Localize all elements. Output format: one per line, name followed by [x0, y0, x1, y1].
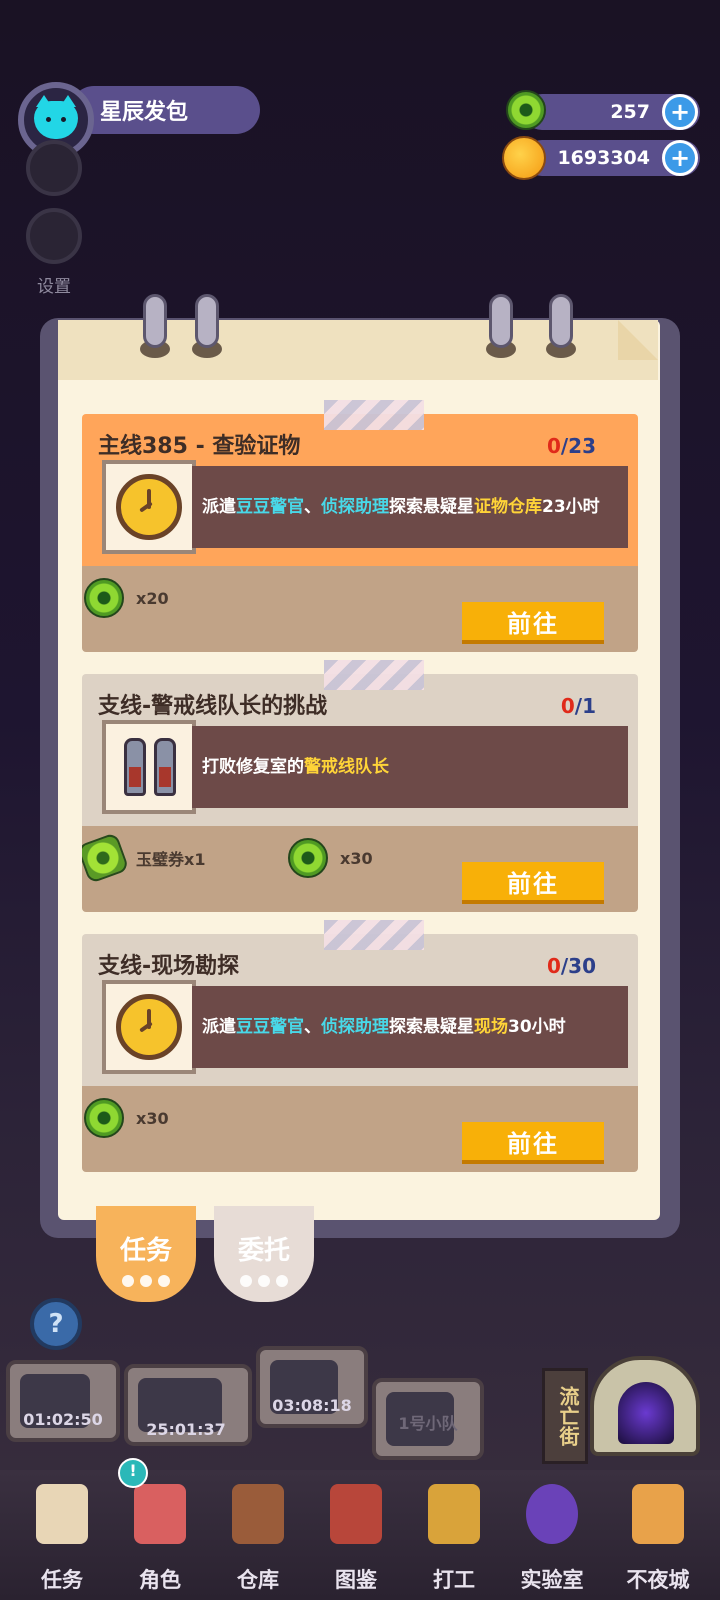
- nav-label: 图鉴: [335, 1568, 377, 1592]
- nav-label: 不夜城: [626, 1568, 690, 1592]
- add-jade-button[interactable]: +: [662, 94, 698, 130]
- book-icon: [330, 1484, 382, 1544]
- reward-item: 玉璧券x1: [82, 832, 206, 884]
- jade-balance-value: 257: [610, 101, 650, 123]
- jade-coin-icon: [84, 578, 124, 618]
- quest-icon-frame: [102, 720, 196, 814]
- profile-name: 星辰发包: [100, 100, 189, 125]
- portal-icon: [618, 1382, 674, 1444]
- nav-label: 任务: [41, 1568, 83, 1592]
- paw-icon: [122, 1275, 170, 1287]
- binder-ring-icon: [195, 294, 219, 348]
- quest-title: 支线-现场勘探: [98, 954, 240, 979]
- add-planet-button[interactable]: +: [662, 140, 698, 176]
- tab-commission-label: 委托: [237, 1236, 290, 1266]
- profile-name-pill[interactable]: 星辰发包: [70, 86, 260, 134]
- quest-card-main: 主线385 - 查验证物 0/23 派遣豆豆警官、侦探助理探索悬疑星证物仓库23…: [82, 414, 638, 652]
- nav-tasks[interactable]: 任务: [14, 1480, 104, 1592]
- go-button[interactable]: 前往: [462, 602, 604, 644]
- quest-icon-frame: [102, 460, 196, 554]
- team-label: 1号小队: [398, 1414, 458, 1433]
- work-frame-icon: [428, 1484, 480, 1544]
- reward-label: 玉璧券x1: [136, 850, 206, 869]
- quest-icon-frame: [102, 980, 196, 1074]
- settings-gear-icon[interactable]: [26, 208, 82, 264]
- treasure-chest-icon: [232, 1484, 284, 1544]
- binder-ring-icon: [549, 294, 573, 348]
- guards-icon: [114, 732, 184, 802]
- stopwatch-icon: [116, 994, 182, 1060]
- quest-progress: 0/1: [560, 694, 596, 718]
- team-monitor-2[interactable]: 25:01:37: [124, 1364, 252, 1446]
- planet-coin-icon: [502, 136, 546, 180]
- reward-item: x30: [288, 838, 373, 878]
- binder-ring-icon: [489, 294, 513, 348]
- go-button[interactable]: 前往: [462, 1122, 604, 1164]
- quest-description: 派遣豆豆警官、侦探助理探索悬疑星证物仓库23小时: [192, 466, 628, 548]
- jade-coin-icon: [84, 1098, 124, 1138]
- nav-characters[interactable]: 角色: [112, 1480, 202, 1592]
- tape-decoration: [324, 660, 424, 690]
- cat-avatar-icon: [34, 95, 78, 139]
- help-button[interactable]: ?: [30, 1298, 82, 1350]
- nav-work[interactable]: 打工: [406, 1480, 496, 1592]
- tape-decoration: [324, 400, 424, 430]
- task-scroll-icon: [36, 1484, 88, 1544]
- nav-encyclopedia[interactable]: 图鉴: [308, 1480, 398, 1592]
- tab-commission[interactable]: 委托: [214, 1206, 314, 1302]
- jade-ticket-icon: [82, 832, 130, 884]
- paw-icon: [240, 1275, 288, 1287]
- nav-label: 打工: [433, 1568, 475, 1592]
- settings-label: 设置: [37, 277, 71, 297]
- notification-badge: !: [118, 1458, 148, 1488]
- tab-tasks-label: 任务: [119, 1236, 172, 1266]
- team-monitor-1[interactable]: 01:02:50: [6, 1360, 120, 1442]
- reward-label: x20: [136, 588, 169, 608]
- team-monitor-4[interactable]: 1号小队: [372, 1378, 484, 1460]
- lab-dome-icon: [526, 1484, 578, 1544]
- quest-title: 支线-警戒线队长的挑战: [98, 694, 328, 719]
- team-monitor-3[interactable]: 03:08:18: [256, 1346, 368, 1428]
- expedition-timer: 01:02:50: [23, 1410, 103, 1429]
- portal-building[interactable]: [590, 1356, 700, 1456]
- quest-card-side-1: 支线-警戒线队长的挑战 0/1 打败修复室的警戒线队长 玉璧券x1 x30 前往: [82, 674, 638, 912]
- nav-storage[interactable]: 仓库: [210, 1480, 300, 1592]
- nav-label: 仓库: [237, 1568, 279, 1592]
- jade-coin-icon: [288, 838, 328, 878]
- quest-description: 派遣豆豆警官、侦探助理探索悬疑星现场30小时: [192, 986, 628, 1068]
- quest-progress: 0/30: [546, 954, 596, 978]
- jade-coin-icon: [506, 90, 546, 130]
- nav-lab[interactable]: 实验室: [504, 1480, 594, 1592]
- night-city-cat-icon: [632, 1484, 684, 1544]
- tape-decoration: [324, 920, 424, 950]
- quest-progress: 0/23: [546, 434, 596, 458]
- planet-balance-value: 1693304: [557, 147, 650, 169]
- go-button[interactable]: 前往: [462, 862, 604, 904]
- quest-card-side-2: 支线-现场勘探 0/30 派遣豆豆警官、侦探助理探索悬疑星现场30小时 x30 …: [82, 934, 638, 1172]
- expedition-timer: 25:01:37: [146, 1420, 226, 1439]
- reward-item: x20: [84, 578, 169, 618]
- stopwatch-icon: [116, 474, 182, 540]
- exile-street-sign[interactable]: 流亡街: [542, 1368, 588, 1464]
- quest-description: 打败修复室的警戒线队长: [192, 726, 628, 808]
- reward-label: x30: [136, 1108, 169, 1128]
- nav-label: 实验室: [520, 1568, 584, 1592]
- tab-tasks[interactable]: 任务: [96, 1206, 196, 1302]
- side-arrow-icon[interactable]: [26, 140, 82, 196]
- reward-label: x30: [340, 848, 373, 868]
- expedition-timer: 03:08:18: [272, 1396, 352, 1415]
- nav-label: 角色: [139, 1568, 181, 1592]
- binder-ring-icon: [143, 294, 167, 348]
- reward-item: x30: [84, 1098, 169, 1138]
- quest-title: 主线385 - 查验证物: [98, 434, 301, 459]
- nav-night-city[interactable]: 不夜城: [610, 1480, 700, 1592]
- bottom-nav: 任务 角色 仓库 图鉴 打工 实验室 不夜城: [0, 1470, 720, 1600]
- character-cat-icon: [134, 1484, 186, 1544]
